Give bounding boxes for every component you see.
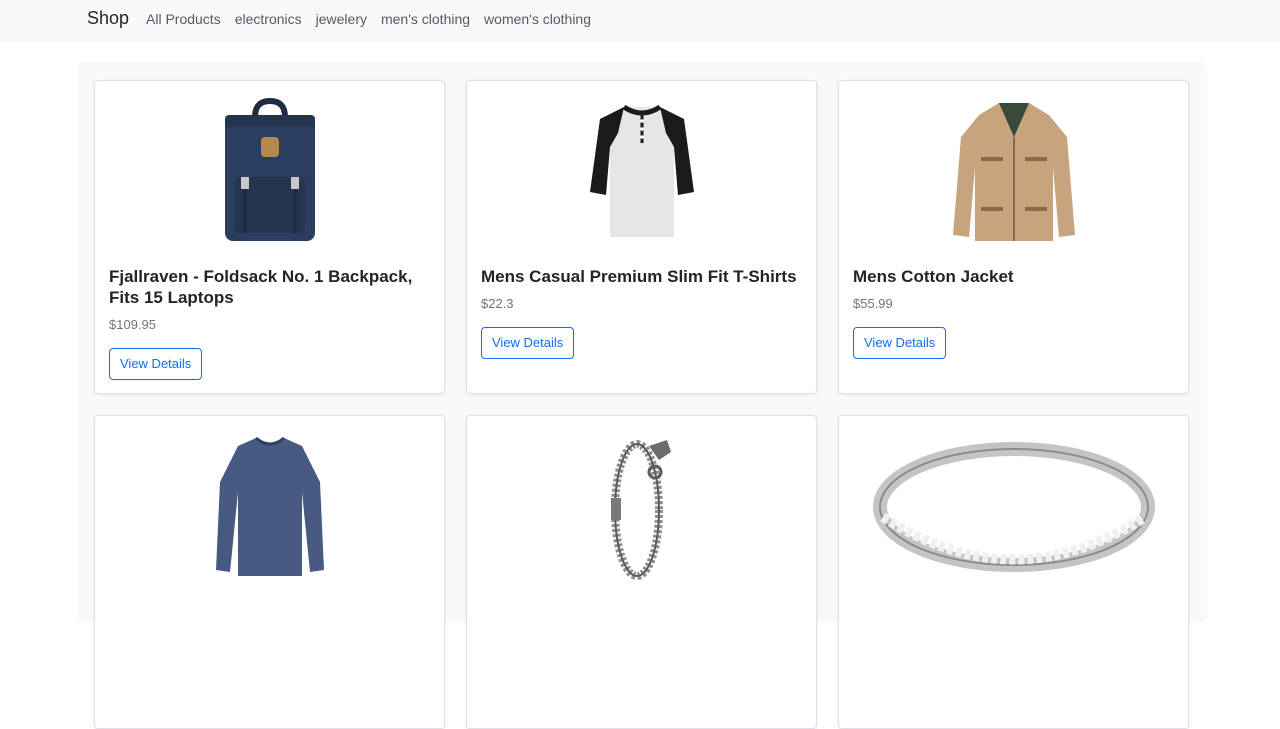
ring-image[interactable]: [839, 424, 1188, 589]
product-grid: Fjallraven - Foldsack No. 1 Backpack, Fi…: [77, 62, 1207, 729]
product-price: $55.99: [853, 296, 893, 311]
product-price: $22.3: [481, 296, 514, 311]
view-details-button[interactable]: View Details: [853, 327, 947, 359]
view-details-button[interactable]: View Details: [481, 327, 575, 359]
navbar: Shop All Products electronics jewelery m…: [0, 0, 1280, 42]
tshirt-image[interactable]: [467, 89, 816, 254]
bracelet-image[interactable]: [467, 424, 816, 589]
nav-link-jewelery[interactable]: jewelery: [316, 11, 367, 27]
nav-links: All Products electronics jewelery men's …: [146, 11, 591, 27]
backpack-image[interactable]: [95, 89, 444, 254]
nav-link-all-products[interactable]: All Products: [146, 11, 221, 27]
nav-link-electronics[interactable]: electronics: [235, 11, 302, 27]
product-title[interactable]: Mens Cotton Jacket: [853, 266, 1175, 287]
product-card: [838, 415, 1189, 729]
nav-link-womens-clothing[interactable]: women's clothing: [484, 11, 591, 27]
product-price: $109.95: [109, 317, 156, 332]
product-card: [94, 415, 445, 729]
product-title[interactable]: Fjallraven - Foldsack No. 1 Backpack, Fi…: [109, 266, 431, 308]
product-card: Fjallraven - Foldsack No. 1 Backpack, Fi…: [94, 80, 445, 394]
product-card: Mens Cotton Jacket $55.99 View Details: [838, 80, 1189, 394]
sweater-image[interactable]: [95, 424, 444, 589]
view-details-button[interactable]: View Details: [109, 348, 203, 380]
brand-link[interactable]: Shop: [87, 8, 129, 29]
product-card: Mens Casual Premium Slim Fit T-Shirts $2…: [466, 80, 817, 394]
jacket-image[interactable]: [839, 89, 1188, 254]
product-title[interactable]: Mens Casual Premium Slim Fit T-Shirts: [481, 266, 803, 287]
product-card: [466, 415, 817, 729]
nav-link-mens-clothing[interactable]: men's clothing: [381, 11, 470, 27]
